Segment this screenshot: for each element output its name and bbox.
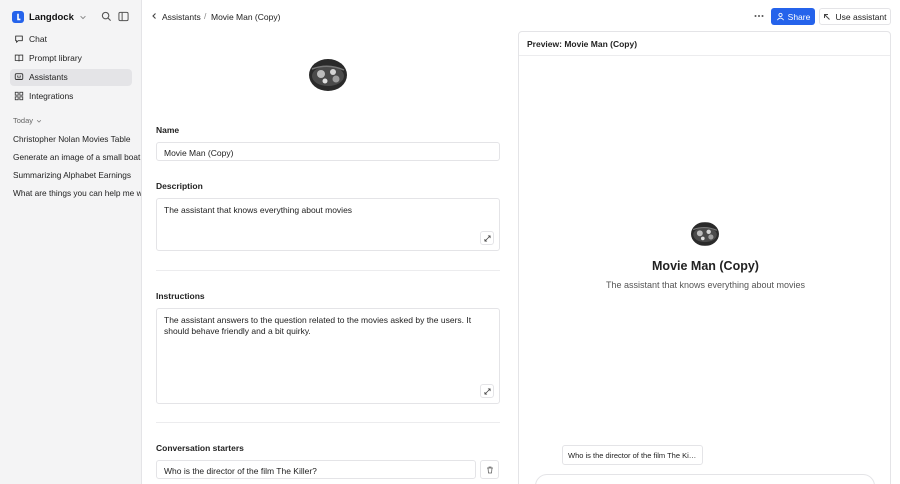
breadcrumb-separator: / (204, 11, 207, 21)
assistant-avatar[interactable] (309, 59, 347, 91)
preview-starter-chip[interactable]: Who is the director of the film The Kill… (562, 445, 703, 465)
nav-item-label: Integrations (29, 91, 74, 102)
main-panel: Assistants / Movie Man (Copy) Share Use … (142, 0, 900, 484)
workspace-name: Langdock (29, 11, 74, 23)
nav-item-assistants[interactable]: Assistants (10, 68, 132, 86)
conversation-starter-input[interactable]: Who is the director of the film The Kill… (156, 460, 476, 479)
film-reel-image (309, 59, 347, 91)
instructions-label: Instructions (156, 291, 205, 301)
topbar: Assistants / Movie Man (Copy) Share Use … (142, 0, 900, 32)
film-reel-image (691, 222, 719, 246)
history-item[interactable]: Generate an image of a small boat (13, 151, 141, 169)
sidebar: Langdock Chat Prompt library Assistants … (0, 0, 142, 484)
book-icon (14, 54, 24, 62)
chat-history: Christopher Nolan Movies Table Generate … (13, 133, 141, 205)
name-input[interactable]: Movie Man (Copy) (156, 142, 500, 161)
sidebar-toggle-icon[interactable] (118, 11, 129, 22)
arrow-up-left-icon (824, 13, 831, 20)
instructions-textarea[interactable]: The assistant answers to the question re… (156, 308, 500, 404)
share-label: Share (787, 11, 811, 22)
nav-item-chat[interactable]: Chat (10, 30, 132, 47)
preview-description: The assistant that knows everything abou… (605, 280, 806, 290)
name-label: Name (156, 125, 180, 135)
nav-item-label: Prompt library (29, 52, 82, 63)
share-button[interactable]: Share (771, 8, 815, 25)
chevron-left-icon[interactable] (150, 12, 158, 20)
delete-starter-button[interactable] (480, 460, 499, 479)
use-assistant-label: Use assistant (835, 11, 887, 22)
description-label: Description (156, 181, 203, 191)
langdock-logo-icon (12, 11, 24, 23)
chevron-down-icon (80, 15, 86, 20)
section-divider (156, 270, 500, 271)
nav-item-prompt-library[interactable]: Prompt library (10, 49, 132, 66)
nav-item-integrations[interactable]: Integrations (10, 88, 132, 105)
history-section-toggle[interactable]: Today (13, 116, 42, 125)
history-section-label: Today (13, 116, 34, 125)
breadcrumb-current: Movie Man (Copy) (211, 12, 281, 22)
expand-icon (483, 234, 491, 242)
history-item[interactable]: Christopher Nolan Movies Table (13, 133, 141, 151)
use-assistant-button[interactable]: Use assistant (819, 8, 891, 25)
preview-panel: Preview: Movie Man (Copy) Movie Man (Cop… (518, 31, 891, 484)
users-icon (776, 12, 784, 21)
instructions-text: The assistant answers to the question re… (164, 315, 472, 336)
main-nav: Chat Prompt library Assistants Integrati… (10, 30, 132, 107)
more-options-button[interactable] (752, 10, 766, 22)
preview-header: Preview: Movie Man (Copy) (519, 32, 890, 56)
assistant-icon (14, 73, 24, 81)
preview-avatar (691, 222, 719, 246)
grid-icon (14, 92, 24, 101)
nav-item-label: Chat (29, 33, 47, 44)
breadcrumb-assistants[interactable]: Assistants (162, 12, 201, 22)
chat-icon (15, 35, 23, 43)
conversation-starters-label: Conversation starters (156, 443, 244, 453)
workspace-switcher[interactable]: Langdock (12, 10, 87, 24)
section-divider (156, 422, 500, 423)
expand-icon (483, 387, 491, 395)
expand-description-button[interactable] (480, 231, 494, 245)
description-text: The assistant that knows everything abou… (164, 205, 353, 215)
search-icon[interactable] (101, 11, 112, 22)
more-horizontal-icon (754, 15, 764, 17)
chevron-down-icon (36, 119, 42, 123)
history-item[interactable]: Summarizing Alphabet Earnings (13, 169, 141, 187)
history-item[interactable]: What are things you can help me with (13, 187, 141, 205)
expand-instructions-button[interactable] (480, 384, 494, 398)
nav-item-label: Assistants (29, 72, 68, 83)
description-textarea[interactable]: The assistant that knows everything abou… (156, 198, 500, 251)
preview-chat-input[interactable] (535, 474, 875, 484)
preview-title: Movie Man (Copy) (652, 259, 759, 273)
trash-icon (486, 466, 493, 473)
